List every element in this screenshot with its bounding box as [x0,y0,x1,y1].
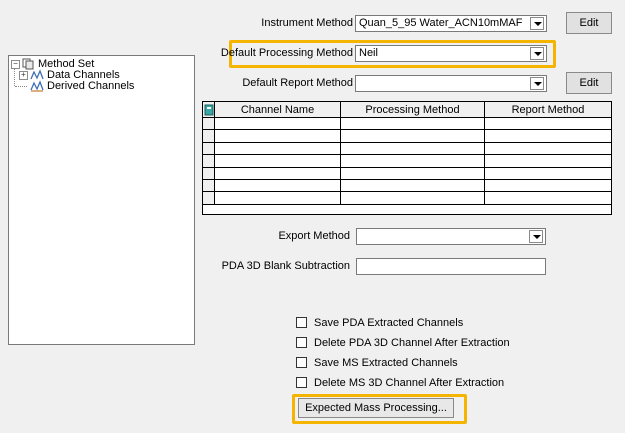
table-cell[interactable] [341,142,485,155]
checkbox-label: Save MS Extracted Channels [314,357,458,369]
table-row[interactable] [203,167,611,180]
tree-connector [15,86,27,88]
table-cell[interactable] [341,130,485,142]
expand-icon[interactable]: + [19,71,28,80]
row-selector-cell[interactable] [203,130,215,142]
default-report-method-select[interactable] [355,75,547,92]
instrument-method-value: Quan_5_95 Water_ACN10mMAF [359,17,523,29]
default-report-method-label: Default Report Method [242,77,353,89]
table-cell[interactable] [341,167,485,179]
table-cell[interactable] [341,180,485,192]
chevron-down-icon[interactable] [530,47,544,60]
table-cell[interactable] [485,192,611,203]
table-cell[interactable] [215,180,341,192]
default-processing-method-select[interactable]: Neil [355,45,547,62]
chevron-down-icon[interactable] [530,77,544,90]
row-selector-cell[interactable] [203,180,215,192]
instrument-method-label: Instrument Method [261,17,353,29]
tree-label-derived-channels: Derived Channels [47,80,135,92]
table-cell[interactable] [485,155,611,166]
table-cell[interactable] [341,118,485,130]
default-report-method-edit-button[interactable]: Edit [566,72,612,94]
chevron-down-icon[interactable] [530,17,544,30]
expected-mass-processing-button[interactable]: Expected Mass Processing... [298,398,454,418]
checkbox-label: Delete MS 3D Channel After Extraction [314,377,505,389]
table-cell[interactable] [215,192,341,204]
table-cell[interactable] [341,192,485,204]
table-cell[interactable] [485,130,611,141]
row-selector-cell[interactable] [203,167,215,179]
table-cell[interactable] [215,167,341,179]
export-method-select[interactable] [356,228,546,245]
column-header-processing-method[interactable]: Processing Method [341,102,485,118]
checkbox-label: Delete PDA 3D Channel After Extraction [314,337,510,349]
column-header-channel-name[interactable]: Channel Name [215,102,341,118]
row-selector-cell[interactable] [203,118,215,130]
table-cell[interactable] [215,155,341,167]
grid-select-all-icon[interactable] [203,102,215,118]
pda-blank-subtraction-field[interactable] [356,258,546,275]
default-processing-method-label: Default Processing Method [220,47,353,59]
chevron-down-icon[interactable] [529,230,543,243]
checkbox-box[interactable] [296,317,307,328]
table-cell[interactable] [341,155,485,167]
column-header-report-method[interactable]: Report Method [485,102,611,118]
row-selector-cell[interactable] [203,192,215,204]
checkbox-box[interactable] [296,357,307,368]
table-row[interactable] [203,180,611,193]
row-selector-cell[interactable] [203,142,215,155]
export-method-label: Export Method [278,230,350,242]
row-selector-cell[interactable] [203,155,215,167]
instrument-method-select[interactable]: Quan_5_95 Water_ACN10mMAF [355,15,547,32]
instrument-method-edit-button[interactable]: Edit [566,12,612,34]
method-set-tree[interactable]: − Method Set + Data Channels Derived Cha… [8,55,195,345]
table-cell[interactable] [485,143,611,154]
table-row[interactable] [203,192,611,205]
table-row[interactable] [203,130,611,143]
table-cell[interactable] [485,180,611,191]
table-cell[interactable] [485,168,611,179]
tree-connector [14,68,16,86]
table-row[interactable] [203,118,611,131]
table-cell[interactable] [215,130,341,142]
derived-channel-icon [30,80,44,92]
default-processing-method-value: Neil [359,47,378,59]
table-cell[interactable] [215,142,341,155]
table-cell[interactable] [215,118,341,130]
checkbox-label: Save PDA Extracted Channels [314,317,464,329]
table-row[interactable] [203,142,611,156]
checkbox-box[interactable] [296,377,307,388]
channel-grid[interactable]: Channel Name Processing Method Report Me… [202,101,612,215]
checkbox-box[interactable] [296,337,307,348]
table-cell[interactable] [485,118,611,129]
table-row[interactable] [203,155,611,168]
pda-blank-subtraction-label: PDA 3D Blank Subtraction [221,260,350,272]
